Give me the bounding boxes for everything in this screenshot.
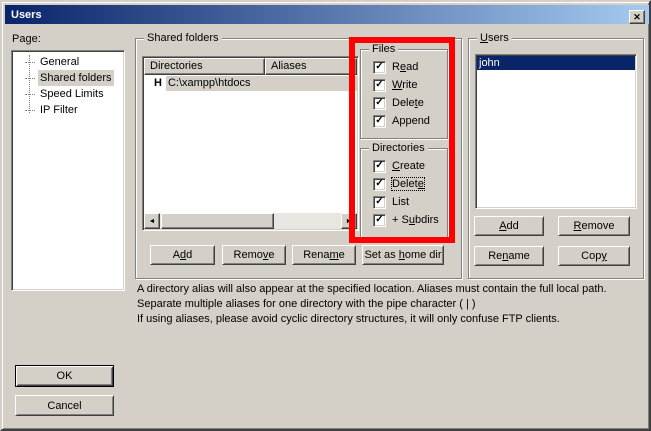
directory-row[interactable]: H C:\xampp\htdocs xyxy=(144,75,357,91)
remove-folder-button[interactable]: Remove xyxy=(222,245,286,265)
home-marker: H xyxy=(144,76,166,91)
page-list[interactable]: General Shared folders Speed Limits IP F… xyxy=(11,50,125,291)
page-item-general[interactable]: General xyxy=(12,54,124,70)
page-item-ip-filter[interactable]: IP Filter xyxy=(12,102,124,118)
users-list[interactable]: john xyxy=(475,54,637,209)
checkbox-check-icon: ✓ xyxy=(373,160,386,173)
horizontal-scrollbar[interactable]: ◄ ► xyxy=(144,213,357,229)
rename-user-button[interactable]: Rename xyxy=(474,246,544,266)
scrollbar-thumb[interactable] xyxy=(161,213,274,229)
cancel-button[interactable]: Cancel xyxy=(15,395,114,416)
add-user-button[interactable]: Add xyxy=(474,216,544,236)
tree-stub xyxy=(25,94,35,95)
user-item-john[interactable]: john xyxy=(477,56,635,70)
shared-folders-list[interactable]: Directories Aliases H C:\xampp\htdocs ◄ … xyxy=(142,56,359,231)
scroll-left-button[interactable]: ◄ xyxy=(144,213,160,229)
add-folder-button[interactable]: Add xyxy=(150,245,215,265)
checkbox-check-icon: ✓ xyxy=(373,97,386,110)
page-item-shared-folders[interactable]: Shared folders xyxy=(12,70,124,86)
checkbox-append[interactable]: ✓ Append xyxy=(373,114,430,128)
checkbox-write[interactable]: ✓ Write xyxy=(373,78,417,92)
checkbox-list[interactable]: ✓ List xyxy=(373,195,409,209)
checkbox-check-icon: ✓ xyxy=(373,61,386,74)
directory-path: C:\xampp\htdocs xyxy=(166,76,357,91)
column-header-directories[interactable]: Directories xyxy=(144,58,265,75)
close-button[interactable]: ✕ xyxy=(629,10,645,24)
directories-group-label: Directories xyxy=(369,142,428,154)
remove-user-button[interactable]: Remove xyxy=(558,216,630,236)
list-header: Directories Aliases xyxy=(144,58,357,75)
column-header-aliases[interactable]: Aliases xyxy=(265,58,357,75)
page-label: Page: xyxy=(12,33,41,45)
page-item-speed-limits[interactable]: Speed Limits xyxy=(12,86,124,102)
checkbox-check-icon: ✓ xyxy=(373,196,386,209)
checkbox-read[interactable]: ✓ Read xyxy=(373,60,418,74)
scroll-right-icon: ► xyxy=(346,218,353,225)
scroll-left-icon: ◄ xyxy=(149,218,156,225)
titlebar[interactable]: Users ✕ xyxy=(5,5,650,24)
tree-stub xyxy=(25,78,35,79)
files-group-label: Files xyxy=(369,43,398,55)
ok-button[interactable]: OK xyxy=(15,365,114,387)
set-as-home-dir-button[interactable]: Set as home dir xyxy=(362,245,444,265)
checkbox-subdirs[interactable]: ✓ + Subdirs xyxy=(373,213,439,227)
alias-note: A directory alias will also appear at th… xyxy=(137,282,642,312)
checkbox-check-icon: ✓ xyxy=(373,214,386,227)
cyclic-note: If using aliases, please avoid cyclic di… xyxy=(137,312,642,327)
files-permissions-group: Files ✓ Read ✓ Write ✓ Delete ✓ Append xyxy=(360,49,448,139)
checkbox-check-icon: ✓ xyxy=(373,115,386,128)
checkbox-create[interactable]: ✓ Create xyxy=(373,159,425,173)
shared-folders-group-label: Shared folders xyxy=(144,32,222,44)
users-group-label: Users xyxy=(477,32,512,44)
rename-folder-button[interactable]: Rename xyxy=(292,245,356,265)
checkbox-check-icon: ✓ xyxy=(373,79,386,92)
tree-stub xyxy=(25,110,35,111)
checkbox-delete-dir[interactable]: ✓ Delete xyxy=(373,177,424,191)
checkbox-delete-file[interactable]: ✓ Delete xyxy=(373,96,424,110)
directories-permissions-group: Directories ✓ Create ✓ Delete ✓ List ✓ +… xyxy=(360,148,448,238)
checkbox-check-icon: ✓ xyxy=(373,178,386,191)
users-dialog: Users ✕ Page: General Shared folders Spe… xyxy=(0,0,651,431)
copy-user-button[interactable]: Copy xyxy=(558,246,630,266)
close-icon: ✕ xyxy=(633,13,641,22)
scroll-right-button[interactable]: ► xyxy=(341,213,357,229)
tree-stub xyxy=(25,62,35,63)
window-title: Users xyxy=(11,9,42,21)
